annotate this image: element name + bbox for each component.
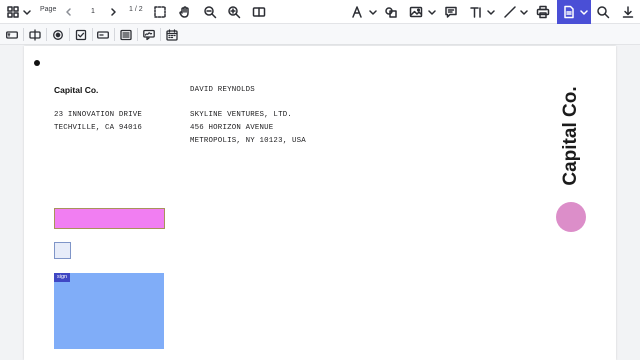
image-icon[interactable] [408, 3, 424, 21]
recipient-address-line1: 456 HORIZON AVENUE [190, 124, 274, 132]
document-page: Capital Co. 23 INNOVATION DRIVE TECHVILL… [24, 46, 616, 360]
search-icon[interactable] [595, 3, 611, 21]
marquee-select-icon[interactable] [152, 3, 168, 21]
toolbar-divider [92, 28, 93, 41]
recipient-name: DAVID REYNOLDS [190, 86, 255, 94]
signature-field-tag: sign [54, 273, 71, 282]
signature-field-icon[interactable] [140, 27, 158, 42]
comment-icon[interactable] [443, 3, 459, 21]
page-total: 1 / 2 [129, 6, 143, 13]
pen-options-chevron[interactable] [368, 3, 378, 21]
toolbar-divider [69, 28, 70, 41]
date-field-icon[interactable] [163, 27, 181, 42]
print-icon[interactable] [535, 3, 551, 21]
toolbar-divider [46, 28, 47, 41]
text-form-field[interactable] [54, 208, 165, 229]
recipient-address-line2: METROPOLIS, NY 10123, USA [190, 137, 306, 145]
line-options-chevron[interactable] [519, 3, 529, 21]
shape-icon[interactable] [383, 3, 399, 21]
page-number-input[interactable] [80, 3, 106, 20]
button-field-icon[interactable] [94, 27, 112, 42]
text-options-chevron[interactable] [486, 3, 496, 21]
radio-button-icon[interactable] [49, 27, 67, 42]
sender-name: Capital Co. [54, 85, 99, 95]
list-box-icon[interactable] [117, 27, 135, 42]
pen-icon[interactable] [349, 3, 365, 21]
toolbar-divider [114, 28, 115, 41]
document-icon [561, 3, 577, 21]
combo-box-icon[interactable] [26, 27, 44, 42]
page-label: Page [40, 6, 57, 13]
sender-address-line2: TECHVILLE, CA 94016 [54, 124, 143, 132]
checkbox-form-field[interactable] [54, 242, 71, 259]
logo-circle [556, 202, 586, 232]
bullet-marker [34, 60, 40, 66]
text-field-icon[interactable] [3, 27, 21, 42]
main-toolbar: Page 1 / 2 [0, 0, 640, 24]
line-icon[interactable] [502, 3, 518, 21]
sender-address-line1: 23 INNOVATION DRIVE [54, 111, 143, 119]
recipient-company: SKYLINE VENTURES, LTD. [190, 111, 292, 119]
two-page-view-icon[interactable] [251, 3, 267, 21]
download-icon[interactable] [620, 3, 636, 21]
chevron-left-icon[interactable] [64, 3, 74, 21]
toolbar-divider [23, 28, 24, 41]
grid-icon[interactable] [6, 3, 20, 21]
chevron-down-icon[interactable] [22, 3, 32, 21]
chevron-right-icon[interactable] [108, 3, 118, 21]
document-tool-button[interactable] [557, 0, 591, 24]
toolbar-divider [137, 28, 138, 41]
checkbox-icon[interactable] [72, 27, 90, 42]
zoom-in-icon[interactable] [226, 3, 242, 21]
hand-pan-icon[interactable] [177, 3, 193, 21]
company-logo-text: Capital Co. [556, 76, 586, 196]
image-options-chevron[interactable] [427, 3, 437, 21]
document-options-chevron[interactable] [579, 3, 589, 21]
zoom-out-icon[interactable] [202, 3, 218, 21]
logo-wordmark: Capital Co. [560, 86, 581, 186]
signature-form-field[interactable]: sign [54, 273, 164, 349]
text-icon[interactable] [468, 3, 484, 21]
toolbar-divider [160, 28, 161, 41]
